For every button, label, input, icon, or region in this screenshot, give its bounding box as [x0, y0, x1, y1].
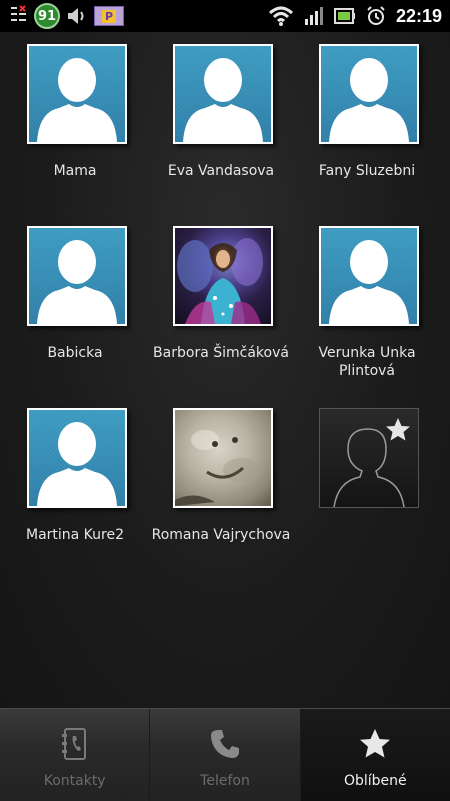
tab-label: Oblíbené: [343, 773, 407, 789]
tab-favorites[interactable]: Oblíbené: [300, 709, 450, 801]
contact-photo[interactable]: [27, 408, 127, 508]
contact-name: Babicka: [47, 345, 103, 361]
status-bar[interactable]: 91 P 22:19: [0, 0, 450, 32]
tab-label: Telefon: [200, 773, 250, 789]
contact-name: Mama: [53, 163, 97, 179]
default-avatar-icon: [37, 58, 117, 142]
contact-name: Verunka Unka Plintová: [318, 345, 416, 379]
default-avatar-icon: [183, 58, 263, 142]
parking-app-icon: P: [94, 6, 124, 26]
contact-photo[interactable]: [27, 44, 127, 144]
contact-photo[interactable]: [319, 44, 419, 144]
default-avatar-icon: [37, 422, 117, 506]
contact-name: Martina Kure2: [25, 527, 125, 543]
default-avatar-icon: [329, 58, 409, 142]
contact-photo[interactable]: [319, 226, 419, 326]
tab-contacts[interactable]: Kontakty: [0, 709, 151, 801]
contact-photo[interactable]: [173, 226, 273, 326]
contact-name: Eva Vandasova: [167, 163, 275, 179]
contact-custom-photo: [177, 238, 263, 324]
default-avatar-icon: [329, 240, 409, 324]
tab-phone[interactable]: Telefon: [150, 709, 301, 801]
contact-custom-photo: [175, 430, 259, 506]
contact-photo[interactable]: [173, 408, 273, 508]
add-favorite-icon: [320, 409, 418, 508]
bottom-tab-bar: Kontakty Telefon Oblíbené: [0, 708, 450, 801]
tab-label: Kontakty: [43, 773, 106, 789]
wifi-icon: [268, 5, 294, 27]
clock: 22:19: [395, 5, 442, 26]
parking-badge-label: P: [101, 9, 117, 23]
notification-badge-icon: 91: [34, 3, 60, 29]
volume-icon: [66, 6, 88, 26]
contact-name: Barbora Šimčáková: [153, 345, 289, 361]
star-icon: [358, 727, 392, 765]
add-favorite-tile[interactable]: [319, 408, 419, 508]
contact-photo[interactable]: [173, 44, 273, 144]
alarm-icon: [366, 6, 386, 26]
favorites-grid[interactable]: Mama Eva Vandasova Fany Sluzebni Babicka…: [0, 32, 450, 708]
contact-name: Romana Vajrychova: [151, 527, 291, 543]
signal-icon: [304, 6, 324, 26]
contact-photo[interactable]: [27, 226, 127, 326]
phone-handset-icon: [208, 727, 242, 765]
contacts-book-icon: [60, 727, 90, 765]
default-avatar-icon: [37, 240, 117, 324]
battery-icon: [333, 7, 356, 25]
task-manager-icon: [10, 5, 28, 27]
contact-name: Fany Sluzebni: [318, 163, 416, 179]
